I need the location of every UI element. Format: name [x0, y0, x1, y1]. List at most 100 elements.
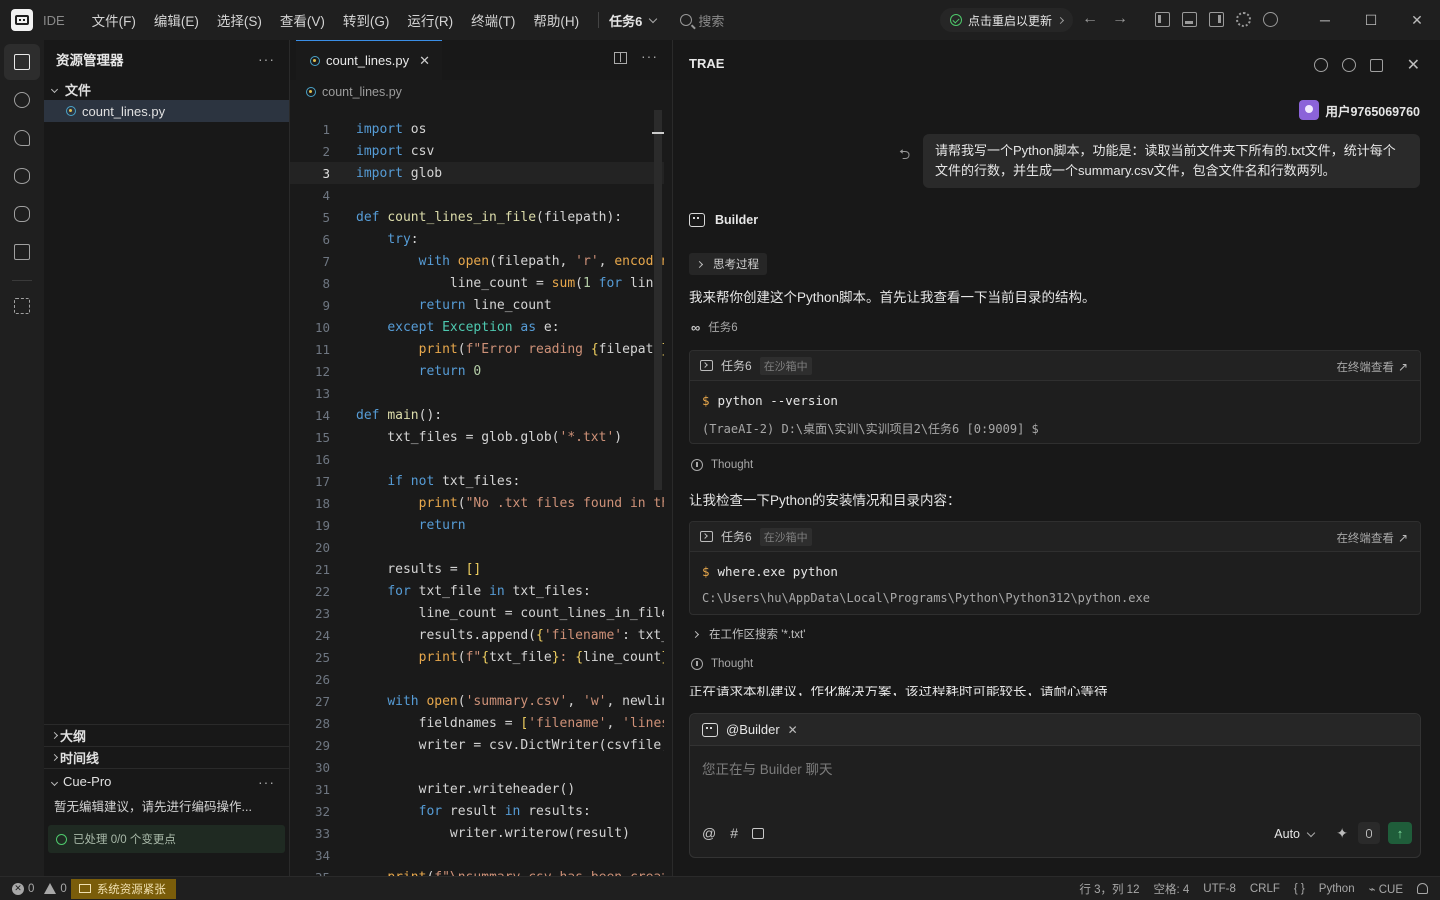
- code-line[interactable]: 19 return: [290, 514, 664, 536]
- code-line[interactable]: 35 print(f"\nsummary.csv has been create…: [290, 866, 664, 877]
- thought-marker[interactable]: Thought: [691, 658, 753, 670]
- debug-icon[interactable]: [12, 204, 32, 224]
- close-tab-icon[interactable]: ✕: [419, 53, 430, 69]
- code-line[interactable]: 33 writer.writerow(result): [290, 822, 664, 844]
- bell-icon[interactable]: [1417, 883, 1428, 894]
- code-line[interactable]: 12 return 0: [290, 360, 664, 382]
- code-line[interactable]: 28 fieldnames = ['filename', 'lines']: [290, 712, 664, 734]
- section-timeline[interactable]: 时间线: [44, 746, 289, 768]
- code-line[interactable]: 23 line_count = count_lines_in_file(txt: [290, 602, 664, 624]
- back-arrow-icon[interactable]: ←: [1082, 10, 1098, 28]
- code-line[interactable]: 24 results.append({'filename': txt_fi: [290, 624, 664, 646]
- open-in-terminal-button[interactable]: 在终端查看 ↗: [1336, 530, 1408, 546]
- code-line[interactable]: 15 txt_files = glob.glob('*.txt'): [290, 426, 664, 448]
- code-line[interactable]: 9 return line_count: [290, 294, 664, 316]
- image-upload-icon[interactable]: [752, 827, 765, 839]
- code-line[interactable]: 29 writer = csv.DictWriter(csvfile, f: [290, 734, 664, 756]
- new-chat-icon[interactable]: [1313, 58, 1328, 72]
- chat-input[interactable]: 您正在与 Builder 聊天: [702, 758, 833, 778]
- breadcrumb-file[interactable]: count_lines.py: [322, 85, 402, 99]
- language-config[interactable]: { }: [1294, 883, 1305, 895]
- task-selector[interactable]: 任务6: [609, 11, 658, 30]
- code-line[interactable]: 32 for result in results:: [290, 800, 664, 822]
- code-line[interactable]: 1 import os: [290, 118, 664, 140]
- code-line[interactable]: 16: [290, 448, 664, 470]
- code-line[interactable]: 8 line_count = sum(1 for line in: [290, 272, 664, 294]
- close-icon[interactable]: ✕: [1407, 55, 1420, 75]
- account-icon[interactable]: [1263, 12, 1278, 27]
- sparkle-icon[interactable]: ✦: [1336, 825, 1348, 842]
- code-line[interactable]: 3 import glob: [290, 162, 664, 184]
- eye-icon[interactable]: [12, 166, 32, 186]
- forward-arrow-icon[interactable]: →: [1112, 10, 1128, 28]
- remote-explorer-icon[interactable]: [12, 242, 32, 262]
- language-mode[interactable]: Python: [1319, 883, 1355, 895]
- code-line[interactable]: 17 if not txt_files:: [290, 470, 664, 492]
- toggle-sidebar-icon[interactable]: [1155, 12, 1170, 27]
- encoding[interactable]: UTF-8: [1203, 883, 1236, 895]
- section-cue-pro[interactable]: Cue-Pro ···: [44, 768, 289, 794]
- history-icon[interactable]: [1341, 58, 1356, 72]
- undo-icon[interactable]: ⮌: [899, 144, 910, 168]
- toggle-panel-icon[interactable]: [1182, 12, 1197, 27]
- workspace-search-step[interactable]: 在工作区搜索 '*.txt': [691, 626, 805, 642]
- menu-run[interactable]: 运行(R): [398, 10, 462, 30]
- more-actions-icon[interactable]: ···: [258, 51, 275, 67]
- thinking-toggle[interactable]: 思考过程: [689, 253, 767, 275]
- cue-status-item[interactable]: ⌁ CUE: [1369, 882, 1403, 896]
- editor-scrollbar[interactable]: [654, 110, 662, 490]
- thought-marker[interactable]: Thought: [691, 459, 753, 471]
- send-button[interactable]: ↑: [1388, 822, 1412, 844]
- section-outline[interactable]: 大纲: [44, 724, 289, 746]
- more-actions-icon[interactable]: ···: [258, 774, 275, 790]
- code-line[interactable]: 11 print(f"Error reading {filepath}:: [290, 338, 664, 360]
- mention-context-button[interactable]: @: [702, 825, 716, 841]
- code-line[interactable]: 4: [290, 184, 664, 206]
- explorer-icon[interactable]: [4, 44, 40, 80]
- code-line[interactable]: 10 except Exception as e:: [290, 316, 664, 338]
- code-line[interactable]: 2 import csv: [290, 140, 664, 162]
- code-line[interactable]: 20: [290, 536, 664, 558]
- split-editor-icon[interactable]: [614, 52, 627, 64]
- source-control-icon[interactable]: [12, 128, 32, 148]
- code-line[interactable]: 21 results = []: [290, 558, 664, 580]
- more-actions-icon[interactable]: ···: [641, 48, 658, 64]
- code-line[interactable]: 14 def main():: [290, 404, 664, 426]
- hashtag-context-button[interactable]: #: [730, 825, 738, 841]
- indentation[interactable]: 空格: 4: [1153, 881, 1189, 897]
- model-selector[interactable]: Auto: [1274, 827, 1316, 841]
- cursor-position[interactable]: 行 3，列 12: [1079, 881, 1139, 897]
- code-line[interactable]: 13: [290, 382, 664, 404]
- menu-help[interactable]: 帮助(H): [524, 10, 588, 30]
- code-line[interactable]: 5 def count_lines_in_file(filepath):: [290, 206, 664, 228]
- code-area[interactable]: 1 import os 2 import csv 3 import glob 4 5 def c…: [290, 118, 664, 876]
- open-external-icon[interactable]: [1369, 58, 1383, 72]
- code-line[interactable]: 22 for txt_file in txt_files:: [290, 580, 664, 602]
- menu-terminal[interactable]: 终端(T): [462, 10, 524, 30]
- restart-update-button[interactable]: 点击重启以更新: [940, 8, 1074, 32]
- code-line[interactable]: 18 print("No .txt files found in the: [290, 492, 664, 514]
- code-line[interactable]: 25 print(f"{txt_file}: {line_count}: [290, 646, 664, 668]
- code-line[interactable]: 6 try:: [290, 228, 664, 250]
- folder-root[interactable]: 文件: [44, 78, 289, 100]
- menu-view[interactable]: 查看(V): [271, 10, 334, 30]
- menu-file[interactable]: 文件(F): [83, 10, 145, 30]
- code-line[interactable]: 31 writer.writeheader(): [290, 778, 664, 800]
- tab-count-lines[interactable]: count_lines.py ✕: [296, 40, 443, 80]
- agent-mention[interactable]: @Builder ✕: [690, 714, 1420, 746]
- extensions-icon[interactable]: [12, 296, 32, 316]
- code-line[interactable]: 27 with open('summary.csv', 'w', newline: [290, 690, 664, 712]
- code-line[interactable]: 7 with open(filepath, 'r', encoding=: [290, 250, 664, 272]
- search-files-icon[interactable]: [12, 90, 32, 110]
- resource-warning-badge[interactable]: 系统资源紧张: [70, 878, 176, 899]
- status-problems[interactable]: ✕ 0 0: [0, 882, 67, 895]
- open-in-terminal-button[interactable]: 在终端查看 ↗: [1336, 359, 1408, 375]
- menu-go[interactable]: 转到(G): [334, 10, 399, 30]
- maximize-button[interactable]: ☐: [1348, 0, 1394, 40]
- toggle-ai-panel-icon[interactable]: [1209, 12, 1224, 27]
- gear-icon[interactable]: [1236, 12, 1251, 27]
- minimize-button[interactable]: ─: [1302, 0, 1348, 40]
- code-line[interactable]: 34: [290, 844, 664, 866]
- file-count-lines[interactable]: count_lines.py: [44, 100, 289, 122]
- line-ending[interactable]: CRLF: [1250, 883, 1280, 895]
